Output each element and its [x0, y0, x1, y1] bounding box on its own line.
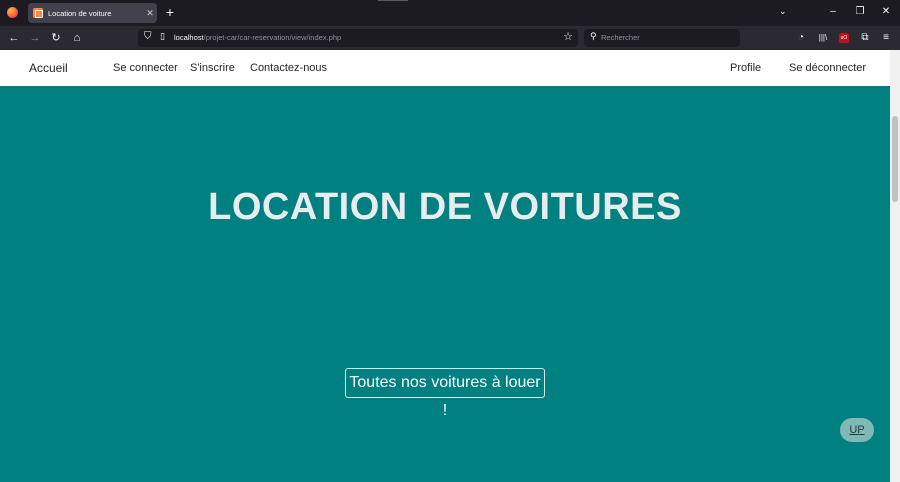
all-cars-button[interactable]: Toutes nos voitures à louer ! [345, 368, 545, 419]
minimize-icon[interactable]: – [826, 4, 840, 20]
menu-icon[interactable]: ≡ [878, 30, 894, 46]
url-text[interactable]: localhost/projet-car/car-reservation/vie… [174, 33, 341, 42]
nav-logout-link[interactable]: Se déconnecter [789, 62, 866, 74]
page-info-icon[interactable]: ▯ [160, 31, 165, 42]
pocket-icon[interactable]: ◔ [793, 30, 809, 46]
extensions-icon[interactable]: ⧉ [857, 30, 873, 46]
search-bar[interactable]: ⚲ Rechercher [584, 29, 740, 47]
nav-signup-link[interactable]: S'inscrire [190, 62, 235, 74]
window-close-icon[interactable]: ✕ [879, 4, 893, 20]
reload-icon[interactable]: ↻ [48, 30, 64, 46]
forward-icon[interactable]: → [27, 30, 43, 46]
ublock-origin-icon[interactable]: uO [839, 33, 849, 43]
hero-title: LOCATION DE VOITURES [208, 186, 682, 228]
titlebar-indicator [378, 0, 408, 1]
search-icon: ⚲ [590, 31, 597, 41]
restore-icon[interactable]: ❐ [853, 4, 867, 20]
home-icon[interactable]: ⌂ [69, 30, 85, 46]
url-path: /projet-car/car-reservation/view/index.p… [203, 33, 342, 42]
bookmark-star-icon[interactable]: ☆ [563, 30, 573, 43]
url-host: localhost [174, 33, 204, 42]
nav-contact-link[interactable]: Contactez-nous [250, 62, 327, 74]
tabs-list-icon[interactable]: ⌄ [779, 6, 787, 17]
site-navbar: Accueil Se connecter S'inscrire Contacte… [0, 50, 890, 86]
scroll-up-button[interactable]: UP [840, 418, 874, 442]
browser-titlebar: Location de voiture ✕ + ⌄ – ❐ ✕ [0, 0, 900, 26]
library-icon[interactable]: |||\ [815, 30, 831, 46]
page-viewport: Accueil Se connecter S'inscrire Contacte… [0, 50, 890, 482]
url-bar[interactable]: ⛉ ▯ localhost/projet-car/car-reservation… [138, 29, 578, 47]
browser-tab[interactable]: Location de voiture ✕ [28, 3, 157, 23]
browser-navbar: ← → ↻ ⌂ ⛉ ▯ localhost/projet-car/car-res… [0, 26, 900, 50]
tab-close-icon[interactable]: ✕ [143, 8, 157, 19]
scrollbar-thumb[interactable] [892, 116, 898, 202]
tracking-shield-icon[interactable]: ⛉ [144, 31, 152, 42]
tab-favicon-icon [33, 8, 43, 18]
nav-login-link[interactable]: Se connecter [113, 62, 178, 74]
new-tab-icon[interactable]: + [163, 4, 177, 20]
back-icon[interactable]: ← [6, 30, 22, 46]
page-scrollbar[interactable] [890, 50, 900, 482]
search-placeholder: Rechercher [601, 33, 640, 42]
firefox-logo-icon[interactable] [7, 7, 18, 18]
nav-home-link[interactable]: Accueil [29, 61, 68, 75]
tab-title: Location de voiture [48, 8, 112, 18]
nav-profile-link[interactable]: Profile [730, 62, 761, 74]
